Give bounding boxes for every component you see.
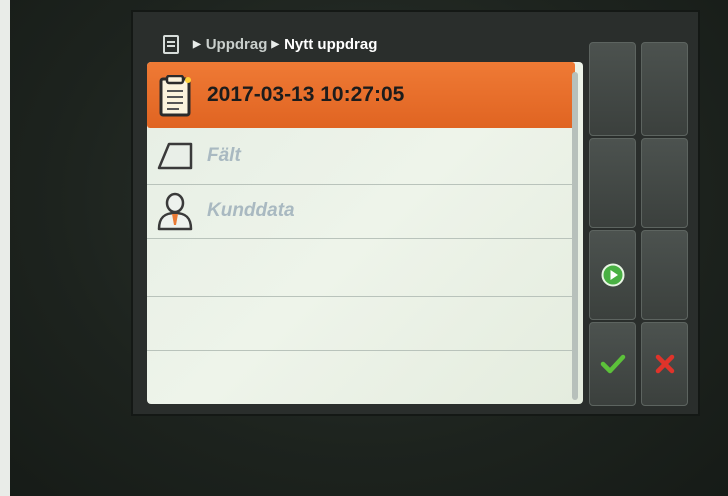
breadcrumb: ▶ Uppdrag ▶ Nytt uppdrag [147, 26, 587, 62]
job-list: 2017-03-13 10:27:05 Fält Kunddata [147, 62, 583, 404]
checkmark-icon [600, 353, 626, 375]
softkey-5[interactable] [589, 230, 636, 320]
list-item-label: Kunddata [207, 200, 295, 221]
list-item-empty[interactable] [147, 296, 575, 351]
list-item-label: 2017-03-13 10:27:05 [207, 83, 405, 106]
list-item-customer[interactable]: Kunddata [147, 184, 575, 239]
confirm-button[interactable] [589, 322, 636, 406]
breadcrumb-item-uppdrag[interactable]: Uppdrag [206, 36, 268, 53]
list-item-empty[interactable] [147, 238, 575, 297]
chevron-right-icon: ▶ [271, 38, 280, 50]
customer-icon [155, 191, 195, 231]
play-icon [601, 263, 625, 287]
softkey-panel [589, 42, 689, 406]
list-item-label: Fält [207, 145, 241, 166]
background-edge [0, 0, 10, 496]
scrollbar[interactable] [572, 72, 578, 400]
softkey-2[interactable] [641, 42, 688, 136]
cancel-button[interactable] [641, 322, 688, 406]
close-icon [654, 353, 676, 375]
breadcrumb-item-current: Nytt uppdrag [284, 35, 378, 53]
chevron-right-icon: ▶ [193, 38, 201, 50]
list-item-field[interactable]: Fält [147, 128, 575, 185]
clipboard-icon [155, 74, 195, 117]
clipboard-icon [163, 34, 179, 54]
field-icon [155, 136, 195, 176]
softkey-3[interactable] [589, 138, 636, 228]
softkey-6[interactable] [641, 230, 688, 320]
list-item-date[interactable]: 2017-03-13 10:27:05 [147, 62, 575, 128]
softkey-1[interactable] [589, 42, 636, 136]
softkey-4[interactable] [641, 138, 688, 228]
